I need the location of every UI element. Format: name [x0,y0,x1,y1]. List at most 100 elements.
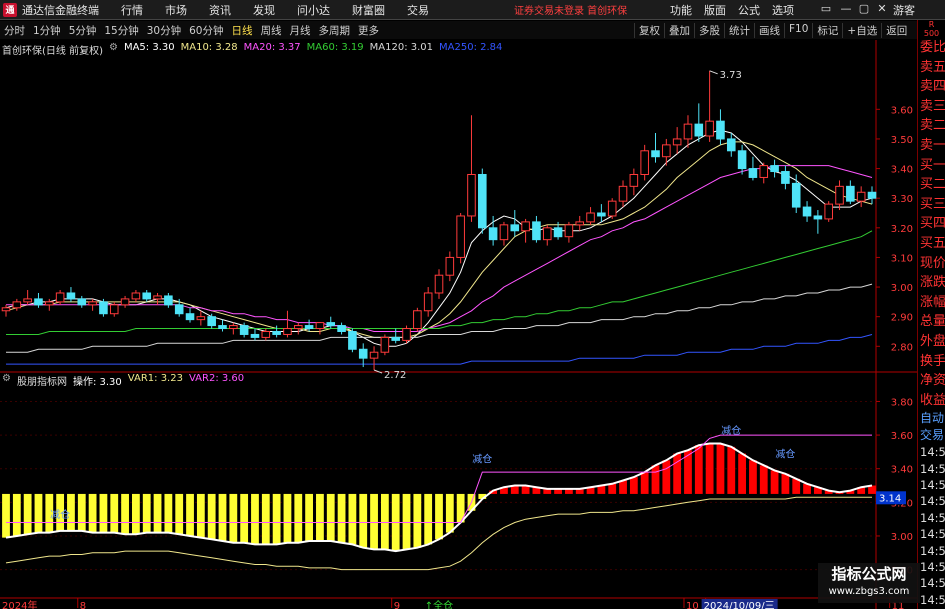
candlestick[interactable] [629,168,639,196]
candlestick[interactable] [207,313,216,329]
candlestick[interactable] [142,290,152,302]
candlestick[interactable] [120,295,130,308]
candlestick[interactable] [380,334,390,356]
quote-field-label[interactable]: 外盘 [918,332,945,352]
period-tab[interactable]: 分时 [0,23,29,38]
guest-label[interactable]: 游客 [893,2,915,18]
period-tab[interactable]: 1分钟 [29,23,65,38]
candlestick[interactable] [153,292,162,305]
candlestick[interactable] [726,133,736,157]
quote-field-label[interactable]: 买四 [918,214,945,234]
candlestick[interactable] [369,346,379,370]
candlestick[interactable] [218,319,227,332]
quote-field-label[interactable]: 总量 [918,312,945,332]
period-tab[interactable]: 周线 [257,23,286,38]
quote-field-label[interactable]: 净资 [918,371,945,391]
candlestick[interactable] [748,156,758,181]
candlestick[interactable] [315,322,325,335]
candlestick[interactable] [564,221,574,243]
candlestick[interactable] [358,343,368,368]
candlestick[interactable] [770,159,779,178]
quote-field-label[interactable]: 买三 [918,195,945,215]
candlestick[interactable] [478,168,487,234]
quote-field-label[interactable]: 卖三 [918,97,945,117]
tool-button[interactable]: 叠加 [664,22,694,38]
right-menu-item[interactable]: 公式 [732,2,766,18]
candlestick[interactable] [391,328,400,344]
period-tab[interactable]: 月线 [286,23,315,38]
candlestick[interactable] [597,204,606,222]
minimize-icon[interactable]: — [838,2,854,16]
candlestick[interactable] [499,221,509,246]
candlestick[interactable] [759,162,769,184]
close-icon[interactable]: ✕ [874,2,890,16]
quote-field-label[interactable]: 卖二 [918,116,945,136]
candlestick[interactable] [813,210,823,234]
candlestick[interactable] [835,180,844,211]
period-tab[interactable]: 5分钟 [65,23,101,38]
quote-field-label[interactable]: 换手 [918,352,945,372]
menu-item[interactable]: 财富圈 [341,2,396,18]
period-tab[interactable]: 日线 [228,23,257,38]
tool-button[interactable]: 标记 [812,22,842,38]
quote-field-label[interactable]: 涨跌 [918,273,945,293]
candlestick[interactable] [542,224,552,246]
quote-field-label[interactable]: 买一 [918,156,945,176]
menu-item[interactable]: 行情 [110,2,154,18]
tool-button[interactable]: +自选 [842,22,881,38]
candlestick[interactable] [651,133,660,163]
quote-field-label[interactable]: 卖五 [918,58,945,78]
candlestick[interactable] [510,210,520,237]
tool-button[interactable]: 画线 [754,22,784,38]
restore-icon[interactable]: ▭ [818,2,834,16]
candlestick[interactable] [337,322,346,335]
candlestick[interactable] [856,186,866,208]
maximize-icon[interactable]: ▢ [856,2,872,16]
period-tab[interactable]: 60分钟 [185,23,227,38]
quote-field-label[interactable]: 委比 [918,38,945,58]
candlestick[interactable] [802,201,812,222]
candlestick[interactable] [456,213,465,264]
candlestick[interactable] [781,165,790,190]
candlestick[interactable] [662,138,671,166]
candlestick[interactable] [423,287,433,317]
candlestick[interactable] [131,290,141,302]
candlestick[interactable] [705,70,714,142]
tool-button[interactable]: 统计 [724,22,754,38]
candlestick[interactable] [618,180,628,208]
period-tab[interactable]: 15分钟 [100,23,142,38]
candlestick[interactable] [402,325,411,344]
period-tab[interactable]: 30分钟 [143,23,185,38]
tool-button[interactable]: 复权 [634,22,664,38]
candlestick[interactable] [164,292,173,308]
quote-field-label[interactable]: 买五 [918,234,945,254]
tool-button[interactable]: 返回 [881,22,911,38]
candlestick[interactable] [640,144,649,181]
candlestick[interactable] [532,215,541,243]
candlestick[interactable] [521,218,530,243]
candlestick[interactable] [99,298,108,317]
candlestick[interactable] [824,201,833,222]
quote-field-label[interactable]: 收益 [918,391,945,411]
candlestick[interactable] [229,322,238,335]
candlestick[interactable] [413,307,422,332]
candlestick[interactable] [867,186,877,205]
candlestick[interactable] [185,307,195,323]
candlestick[interactable] [88,298,97,311]
candlestick[interactable] [34,292,43,308]
right-menu-item[interactable]: 选项 [766,2,800,18]
auto-trade-label[interactable]: 交易 [918,427,945,444]
candlestick[interactable] [694,103,704,142]
candlestick[interactable] [293,322,303,335]
auto-trade-label[interactable]: 自动 [918,410,945,427]
candlestick[interactable] [434,269,444,299]
candlestick[interactable] [348,328,357,353]
quote-field-label[interactable]: 买二 [918,175,945,195]
login-notice[interactable]: 证券交易未登录 首创环保 [514,2,627,17]
candlestick[interactable] [716,109,725,145]
candlestick[interactable] [77,295,87,308]
tool-button[interactable]: F10 [784,22,812,38]
candlestick[interactable] [445,251,455,282]
right-menu-item[interactable]: 功能 [664,2,698,18]
candlestick[interactable] [672,127,682,154]
